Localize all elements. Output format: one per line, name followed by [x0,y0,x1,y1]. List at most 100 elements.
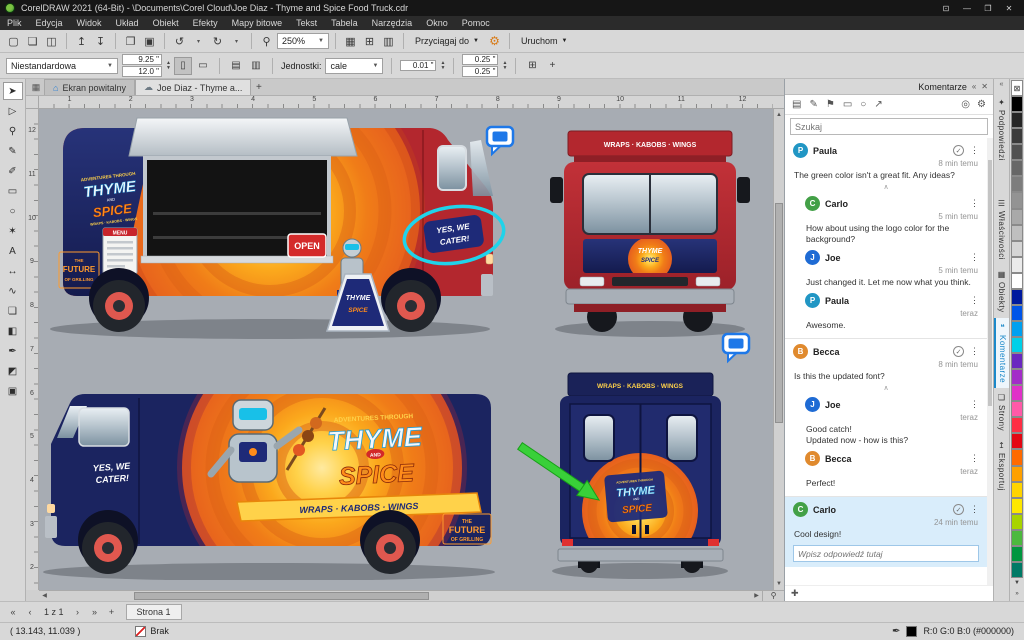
current-page-icon[interactable]: ▤ [228,58,244,74]
menu-mapy-bitowe[interactable]: Mapy bitowe [225,18,290,28]
zoom-fit-button[interactable]: ⚲ [762,590,784,601]
eyedropper-tool-icon[interactable]: ✒ [4,343,22,359]
comment-menu-icon[interactable]: ⋮ [970,145,979,156]
tab-document[interactable]: ☁ Joe Diaz - Thyme a... [135,79,251,95]
treat-as-filled-icon[interactable]: ⊞ [524,58,540,74]
polygon-tool-icon[interactable]: ✶ [4,223,22,239]
draw-annotation-icon[interactable]: ✎ [809,99,817,110]
page-width-field[interactable]: 9.25 " [122,54,162,65]
previous-page-icon[interactable]: ‹ [23,604,37,619]
canvas-vertical-scrollbar[interactable]: ▲ ▼ [773,109,784,590]
menu-edycja[interactable]: Edycja [29,18,70,28]
palette-swatch[interactable] [1011,241,1023,257]
artistic-media-tool-icon[interactable]: ✐ [4,163,22,179]
scroll-up-icon[interactable]: ▲ [774,109,785,120]
canvas-horizontal-scrollbar[interactable]: ◀ ▶ [39,590,762,601]
rectangle-tool-icon[interactable]: ▭ [4,183,22,199]
docker-tab-eksportuj[interactable]: ↥ Eksportuj [994,436,1009,496]
scroll-right-icon[interactable]: ▶ [751,590,762,601]
all-pages-icon[interactable]: ▥ [248,58,264,74]
undo-dropdown-icon[interactable]: ▾ [190,33,207,50]
comment-menu-icon[interactable]: ⋮ [970,453,979,464]
zoom-level-combo[interactable]: 250% ▼ [277,33,329,49]
shape-tool-icon[interactable]: ▷ [4,103,22,119]
docker-tab-podpowiedzi[interactable]: ✦ Podpowiedzi [994,93,1009,166]
palette-flyout-icon[interactable]: » [1011,589,1023,600]
page-height-field[interactable]: 12.0 " [122,66,162,77]
landscape-icon[interactable]: ▭ [195,58,211,74]
palette-swatch[interactable] [1011,369,1023,385]
transparency-tool-icon[interactable]: ◧ [4,323,22,339]
smart-fill-tool-icon[interactable]: ▣ [4,383,22,399]
launch-button[interactable]: Uruchom ▼ [516,33,572,50]
menu-efekty[interactable]: Efekty [186,18,225,28]
comment-reply[interactable]: C Carlo ⋮ 5 min temu How about using the… [785,191,987,245]
palette-swatch[interactable] [1011,466,1023,482]
add-note-icon[interactable]: ▤ [792,99,801,110]
palette-swatch[interactable] [1011,289,1023,305]
import-icon[interactable]: ↥ [73,33,90,50]
menu-narzedzia[interactable]: Narzędzia [365,18,420,28]
menu-obiekt[interactable]: Obiekt [146,18,186,28]
palette-swatch[interactable] [1011,257,1023,273]
pick-tool-icon[interactable]: ➤ [4,83,22,99]
no-color-swatch[interactable]: ⊠ [1011,80,1023,96]
comment-reply[interactable]: J Joe ⋮ teraz Good catch! Updated now - … [785,392,987,446]
palette-swatch[interactable] [1011,305,1023,321]
outline-pen-icon[interactable]: ✒ [892,626,900,637]
zoom-tool-icon[interactable]: ⚲ [4,123,22,139]
minimize-button[interactable]: — [957,2,977,15]
last-page-icon[interactable]: » [88,604,102,619]
palette-swatch[interactable] [1011,273,1023,289]
palette-swatch[interactable] [1011,225,1023,241]
nudge-distance-field[interactable]: 0.01 " [400,60,436,71]
scroll-down-icon[interactable]: ▼ [774,579,785,590]
palette-swatch[interactable] [1011,176,1023,192]
comment-menu-icon[interactable]: ⋮ [970,295,979,306]
close-button[interactable]: ✕ [999,2,1019,15]
menu-okno[interactable]: Okno [419,18,455,28]
menu-widok[interactable]: Widok [70,18,109,28]
truck-side-open-view[interactable]: ADVENTURES THROUGH THYME AND SPICE WRAPS… [50,109,507,361]
undo-icon[interactable]: ↺ [171,33,188,50]
dimension-tool-icon[interactable]: ↔ [4,263,22,279]
comment-thread[interactable]: P Paula ✓ ⋮ 8 min temu The green color i… [785,138,987,331]
palette-swatch[interactable] [1011,128,1023,144]
comment-menu-icon[interactable]: ⋮ [970,198,979,209]
comment-marker-icon[interactable] [723,334,749,361]
menu-uklad[interactable]: Układ [109,18,146,28]
collapse-replies-icon[interactable]: ∧ [785,181,987,191]
palette-swatch[interactable] [1011,209,1023,225]
add-comment-icon[interactable]: ✚ [791,588,799,599]
new-document-icon[interactable]: ▢ [5,33,22,50]
palette-swatch[interactable] [1011,353,1023,369]
menu-tabela[interactable]: Tabela [324,18,365,28]
palette-swatch[interactable] [1011,498,1023,514]
palette-swatch[interactable] [1011,546,1023,562]
ruler-origin[interactable] [26,96,39,109]
export-icon[interactable]: ↧ [92,33,109,50]
interactive-fill-tool-icon[interactable]: ◩ [4,363,22,379]
comment-thread-selected[interactable]: C Carlo ✓ ⋮ 24 min temu Cool design! [785,497,987,567]
comment-reply[interactable]: P Paula ⋮ teraz Awesome. [785,288,987,331]
menu-plik[interactable]: Plik [0,18,29,28]
truck-side-view[interactable]: YES, WE CATER! [43,328,495,580]
palette-swatch[interactable] [1011,96,1023,112]
palette-swatch[interactable] [1011,160,1023,176]
palette-swatch[interactable] [1011,482,1023,498]
palette-scroll-down-icon[interactable]: ▼ [1011,578,1023,589]
save-icon[interactable]: ◫ [43,33,60,50]
duplicate-x-field[interactable]: 0.25 " [462,54,498,65]
palette-swatch[interactable] [1011,562,1023,578]
portrait-icon[interactable]: ▯ [175,58,191,74]
docker-close-icon[interactable]: ✕ [981,82,988,91]
first-page-icon[interactable]: « [6,604,20,619]
flag-annotation-icon[interactable]: ⚑ [826,99,835,110]
text-tool-icon[interactable]: A [4,243,22,259]
tab-welcome-screen[interactable]: ⌂ Ekran powitalny [44,79,135,95]
next-page-icon[interactable]: › [71,604,85,619]
units-combo[interactable]: cale ▼ [325,58,383,74]
comment-reply[interactable]: B Becca ⋮ teraz Perfect! [785,446,987,489]
zoom-tool-icon[interactable]: ⚲ [258,33,275,50]
snap-to-button[interactable]: Przyciągaj do ▼ [410,33,484,50]
